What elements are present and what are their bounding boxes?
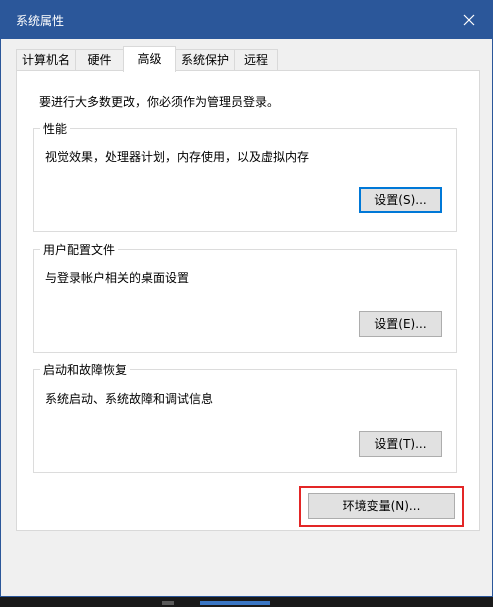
tab-remote[interactable]: 远程 bbox=[234, 49, 278, 71]
window-title: 系统属性 bbox=[16, 14, 65, 28]
close-button[interactable] bbox=[446, 1, 492, 39]
performance-title: 性能 bbox=[40, 120, 71, 137]
advanced-tab-panel: 要进行大多数更改，你必须作为管理员登录。 性能 视觉效果，处理器计划，内存使用，… bbox=[16, 70, 480, 531]
user-profiles-description: 与登录帐户相关的桌面设置 bbox=[45, 271, 190, 285]
system-properties-window: 系统属性 计算机名 硬件 高级 系统保护 远程 要进行大多数更改，你必须作为管理… bbox=[0, 0, 493, 597]
taskbar-item bbox=[162, 601, 174, 605]
environment-variables-button[interactable]: 环境变量(N)... bbox=[308, 493, 455, 519]
startup-recovery-group: 启动和故障恢复 系统启动、系统故障和调试信息 设置(T)... bbox=[33, 361, 457, 473]
performance-group: 性能 视觉效果，处理器计划，内存使用，以及虚拟内存 设置(S)... bbox=[33, 120, 457, 232]
startup-recovery-description: 系统启动、系统故障和调试信息 bbox=[45, 392, 214, 406]
tab-computer-name[interactable]: 计算机名 bbox=[16, 49, 76, 71]
tab-advanced[interactable]: 高级 bbox=[123, 46, 176, 72]
close-icon bbox=[463, 14, 475, 26]
startup-recovery-settings-button[interactable]: 设置(T)... bbox=[359, 431, 442, 457]
admin-note: 要进行大多数更改，你必须作为管理员登录。 bbox=[39, 95, 280, 109]
performance-settings-button[interactable]: 设置(S)... bbox=[359, 187, 442, 213]
tab-hardware[interactable]: 硬件 bbox=[75, 49, 124, 71]
title-bar: 系统属性 bbox=[1, 1, 492, 39]
user-profiles-title: 用户配置文件 bbox=[40, 241, 119, 258]
user-profiles-group: 用户配置文件 与登录帐户相关的桌面设置 设置(E)... bbox=[33, 241, 457, 353]
performance-description: 视觉效果，处理器计划，内存使用，以及虚拟内存 bbox=[45, 150, 310, 164]
tab-system-protection[interactable]: 系统保护 bbox=[175, 49, 235, 71]
performance-settings-label: 设置(S)... bbox=[374, 193, 427, 207]
startup-recovery-title: 启动和故障恢复 bbox=[40, 361, 131, 378]
user-profiles-settings-button[interactable]: 设置(E)... bbox=[359, 311, 442, 337]
taskbar-item-active bbox=[200, 601, 270, 605]
